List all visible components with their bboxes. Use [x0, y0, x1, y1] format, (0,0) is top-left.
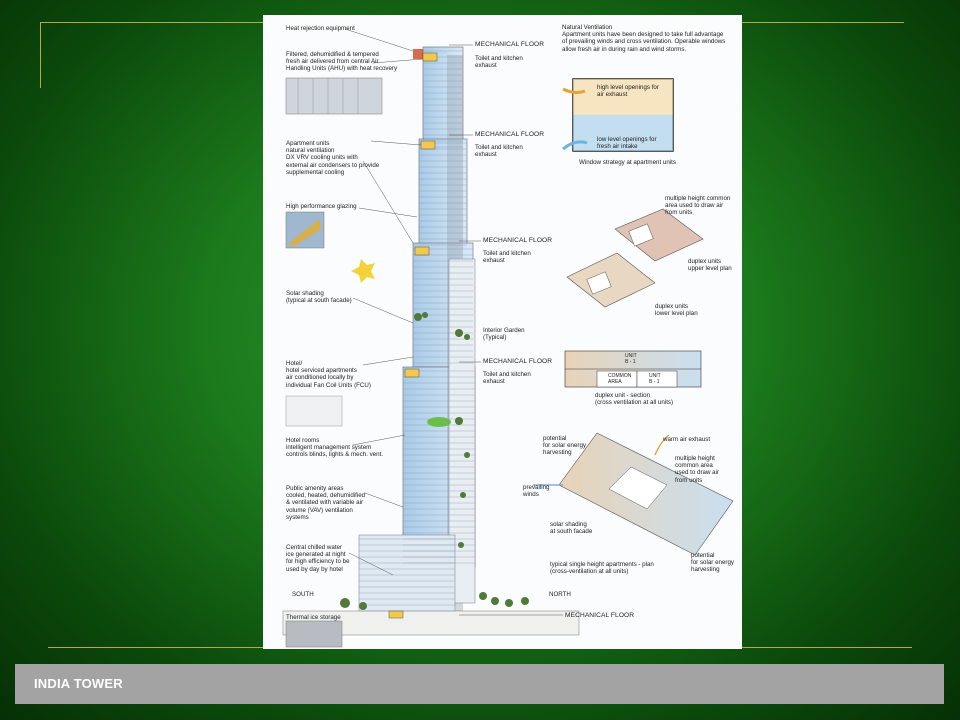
mechanical-floor-3: MECHANICAL FLOOR — [483, 237, 553, 244]
label-solar-shading: Solar shading (typical at south facade) — [286, 290, 352, 305]
label-hotel: Hotel/ hotel serviced apartments air con… — [286, 360, 371, 389]
window-high-openings: high level openings for air exhaust — [597, 84, 659, 99]
section-caption: duplex unit - section (cross ventilation… — [595, 392, 674, 407]
interior-garden: Interior Garden (Typical) — [483, 327, 525, 342]
label-north: NORTH — [549, 591, 571, 598]
plan-common-area: multiple height common area used to draw… — [675, 455, 720, 484]
plan-warm-air: warm air exhaust — [663, 436, 711, 443]
label-glazing: High performance glazing — [286, 203, 357, 210]
fcu-photo — [285, 395, 343, 427]
exhaust-2: Toilet and kitchen exhaust — [475, 144, 523, 159]
footer-title: INDIA TOWER — [34, 676, 123, 691]
label-ice-storage: Thermal ice storage — [286, 614, 341, 621]
duplex-plans — [566, 208, 704, 308]
label-chilled-water: Central chilled water ice generated at n… — [286, 544, 350, 573]
window-low-openings: low level openings for fresh air intake — [597, 136, 657, 151]
duplex-upper-label: duplex units upper level plan — [688, 258, 732, 273]
tower-diagram-figure: Heat rejection equipment Filtered, dehum… — [263, 15, 742, 649]
mechanical-floor-2: MECHANICAL FLOOR — [475, 131, 545, 138]
wind-turbine-label — [427, 417, 451, 427]
ahu-equipment-photo — [285, 77, 383, 115]
podium — [358, 534, 456, 618]
ahu-marker-3 — [414, 246, 430, 256]
ahu-marker-2 — [420, 140, 436, 150]
duplex-common-label: multiple height common area used to draw… — [665, 195, 731, 217]
ahu-marker-4 — [404, 368, 420, 378]
plan-potential-bottom: potential for solar energy harvesting — [691, 552, 734, 574]
duplex-lower-label: duplex units lower level plan — [655, 303, 698, 318]
label-fresh-air: Filtered, dehumidified & tempered fresh … — [286, 51, 398, 73]
section-unit-bottom: UNIT B - 1 — [649, 373, 661, 385]
footer-bar: INDIA TOWER — [15, 664, 944, 704]
ahu-marker-5 — [388, 610, 404, 619]
mechanical-floor-1: MECHANICAL FLOOR — [475, 41, 545, 48]
mechanical-floor-4: MECHANICAL FLOOR — [483, 358, 553, 365]
label-apartment-units: Apartment units natural ventilation DX V… — [286, 140, 380, 176]
ice-storage-photo — [285, 620, 343, 648]
section-common-area: COMMON AREA — [608, 373, 632, 385]
left-rule — [40, 22, 41, 88]
exhaust-4: Toilet and kitchen exhaust — [483, 371, 531, 386]
sun-icon — [351, 259, 375, 283]
label-hotel-rooms: Hotel rooms intelligent management syste… — [286, 437, 383, 459]
ahu-marker-1 — [422, 52, 438, 62]
plan-solar-shading: solar shading at south facade — [550, 521, 593, 536]
exhaust-1: Toilet and kitchen exhaust — [475, 55, 523, 70]
section-unit-top: UNIT B - 1 — [625, 353, 637, 365]
window-caption: Window strategy at apartment units — [579, 159, 676, 166]
plan-caption: typical single height apartments - plan … — [550, 561, 654, 576]
natural-ventilation-text: Natural Ventilation Apartment units have… — [562, 24, 726, 53]
label-south: SOUTH — [292, 591, 314, 598]
plan-potential-top: potential for solar energy harvesting — [543, 435, 586, 457]
mechanical-floor-5: MECHANICAL FLOOR — [565, 612, 635, 619]
exhaust-3: Toilet and kitchen exhaust — [483, 250, 531, 265]
label-heat-rejection: Heat rejection equipment — [286, 25, 355, 32]
plan-prevailing-winds: prevailing winds — [523, 484, 550, 499]
label-public-amenity: Public amenity areas cooled, heated, deh… — [286, 485, 366, 521]
